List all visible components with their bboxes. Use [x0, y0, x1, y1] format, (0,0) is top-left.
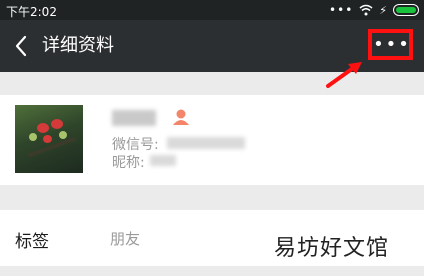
wechat-id-label: 微信号: [112, 137, 159, 153]
nickname-redacted [112, 110, 156, 126]
avatar[interactable] [15, 105, 83, 173]
status-icons: ••• ⚡ [329, 2, 419, 18]
status-time: 下午2:02 [6, 5, 57, 19]
status-bar: 下午2:02 ••• ⚡ [0, 0, 424, 20]
nickname-label: 昵称: [112, 155, 145, 171]
more-icon: ••• [373, 34, 411, 55]
arrow-icon [326, 62, 362, 88]
gender-icon [173, 109, 189, 125]
tag-value: 朋友 [110, 230, 141, 248]
back-icon[interactable] [12, 34, 32, 58]
more-button[interactable]: ••• [372, 32, 412, 58]
notification-dots: ••• [329, 3, 354, 17]
bolt-icon: ⚡ [379, 3, 387, 17]
bottom-divider [0, 266, 424, 276]
wechat-id-redacted [167, 137, 245, 149]
nickname-value-redacted [150, 155, 176, 166]
watermark: 易坊好文馆 [274, 236, 390, 261]
wifi-icon [359, 4, 373, 16]
tag-label: 标签 [15, 232, 49, 252]
battery-icon [393, 4, 419, 16]
page-title: 详细资料 [42, 35, 114, 56]
